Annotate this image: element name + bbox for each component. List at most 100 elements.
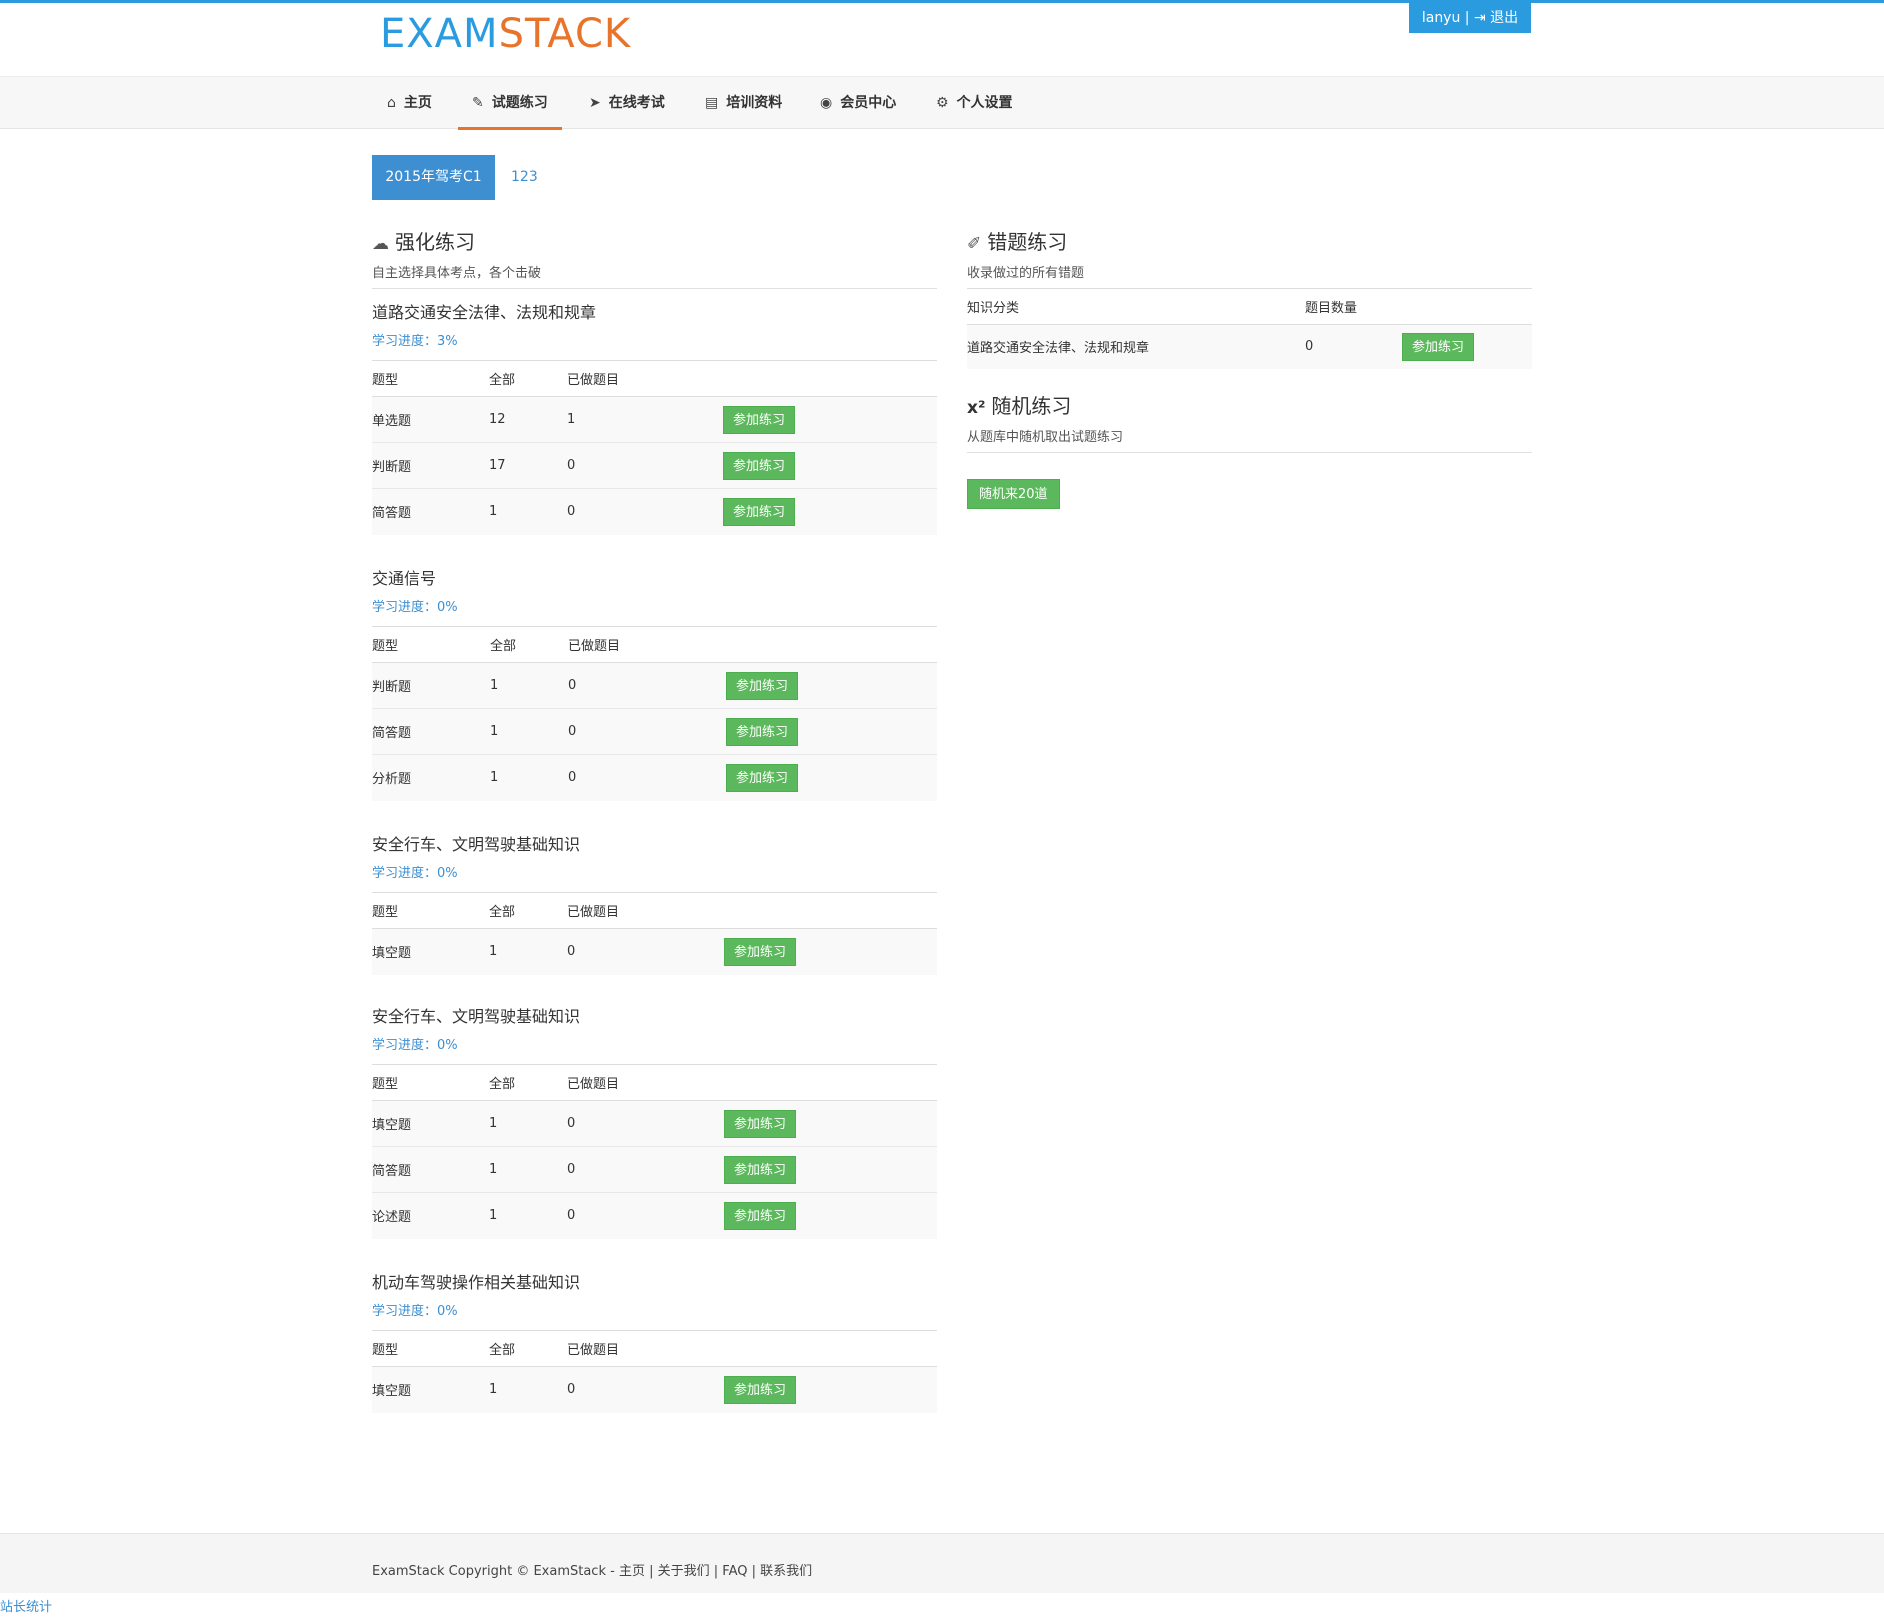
footer-link-about[interactable]: 关于我们 (658, 1564, 710, 1579)
join-practice-button[interactable]: 参加练习 (724, 937, 797, 966)
cell-total: 1 (489, 488, 567, 535)
question-table: 题型 全部 已做题目 填空题 1 0 参加练习 (372, 1330, 937, 1413)
cell-total: 1 (489, 1100, 567, 1147)
nav-label: 在线考试 (608, 95, 665, 111)
cell-action: 参加练习 (726, 708, 937, 755)
footer-link-faq[interactable]: FAQ (722, 1564, 747, 1579)
col-header-action (724, 892, 937, 929)
join-practice-button[interactable]: 参加练习 (724, 1109, 797, 1138)
nav-item-training[interactable]: ▤ 培训资料 (705, 77, 782, 130)
join-practice-button[interactable]: 参加练习 (724, 1201, 797, 1230)
nav-label: 培训资料 (726, 95, 783, 111)
join-practice-button[interactable]: 参加练习 (723, 405, 796, 434)
nav-item-home[interactable]: ⌂ 主页 (387, 77, 432, 130)
user-box: lanyu | ⇥ 退出 (1409, 3, 1531, 33)
header: EXAMSTACK lanyu | ⇥ 退出 (0, 3, 1884, 76)
col-header-total: 全部 (490, 626, 568, 663)
join-practice-button[interactable]: 参加练习 (726, 717, 799, 746)
examstack-logo[interactable]: EXAMSTACK (380, 11, 631, 57)
cell-total: 1 (490, 662, 568, 709)
col-header-action (724, 1330, 937, 1367)
practice-section-title: ☁ 强化练习 (372, 228, 475, 258)
table-row: 填空题 1 0 参加练习 (372, 1366, 937, 1413)
main-nav: ⌂ 主页 ✎ 试题练习 ➤ 在线考试 ▤ 培训资料 ◉ 会员中心 ⚙ 个人设置 (0, 76, 1884, 130)
superscript-icon: x² (967, 398, 986, 418)
cell-done: 0 (567, 488, 723, 535)
join-practice-button[interactable]: 参加练习 (726, 671, 799, 700)
group-progress: 学习进度：3% (372, 334, 458, 349)
sign-out-icon: ⇥ (1473, 10, 1486, 26)
footer-separator: | (644, 1564, 658, 1579)
col-header-category: 知识分类 (967, 288, 1305, 325)
footer-separator: | (747, 1564, 761, 1579)
cell-type: 简答题 (372, 488, 489, 535)
table-row: 分析题 1 0 参加练习 (372, 754, 937, 801)
nav-label: 主页 (403, 95, 432, 111)
col-header-type: 题型 (372, 360, 489, 397)
random-20-button[interactable]: 随机来20道 (967, 479, 1060, 509)
divider (372, 288, 937, 289)
dashboard-icon: ◉ (820, 95, 833, 111)
footer-link-contact[interactable]: 联系我们 (760, 1564, 812, 1579)
table-row: 道路交通安全法律、法规和规章 0 参加练习 (967, 324, 1532, 369)
table-row: 简答题 1 0 参加练习 (372, 708, 937, 755)
group-progress: 学习进度：0% (372, 600, 458, 615)
col-header-done: 已做题目 (568, 626, 726, 663)
col-header-action (726, 626, 937, 663)
join-practice-button[interactable]: 参加练习 (726, 763, 799, 792)
cell-action: 参加练习 (723, 442, 937, 489)
nav-item-exam[interactable]: ➤ 在线考试 (589, 77, 665, 130)
join-practice-button[interactable]: 参加练习 (723, 451, 796, 480)
table-row: 简答题 1 0 参加练习 (372, 1146, 937, 1193)
cell-total: 12 (489, 396, 567, 443)
cell-done: 0 (567, 1100, 724, 1147)
question-table: 题型 全部 已做题目 填空题 1 0 参加练习 (372, 892, 937, 975)
nav-label: 试题练习 (491, 95, 548, 111)
tab-exam-c1[interactable]: 2015年驾考C1 (372, 155, 495, 200)
table-row: 论述题 1 0 参加练习 (372, 1192, 937, 1239)
user-separator: | (1460, 10, 1474, 26)
cell-total: 1 (489, 1146, 567, 1193)
cell-action: 参加练习 (723, 396, 937, 443)
practice-title-text: 强化练习 (395, 230, 475, 254)
logout-link[interactable]: 退出 (1490, 10, 1518, 26)
nav-label: 会员中心 (840, 95, 897, 111)
col-header-action (724, 1064, 937, 1101)
cell-action: 参加练习 (724, 928, 937, 975)
col-header-type: 题型 (372, 892, 489, 929)
join-practice-button[interactable]: 参加练习 (723, 497, 796, 526)
join-practice-button[interactable]: 参加练习 (724, 1155, 797, 1184)
tab-123[interactable]: 123 (511, 155, 538, 200)
cell-done: 0 (568, 754, 726, 801)
col-header-count: 题目数量 (1305, 288, 1402, 325)
cell-action: 参加练习 (724, 1366, 937, 1413)
site-stats-link[interactable]: 站长统计 (0, 1596, 52, 1615)
copyright-text: ExamStack Copyright © ExamStack - (372, 1564, 619, 1579)
col-header-type: 题型 (372, 1330, 489, 1367)
nav-item-practice[interactable]: ✎ 试题练习 (458, 77, 562, 130)
footer: ExamStack Copyright © ExamStack - 主页 | 关… (0, 1533, 1884, 1593)
join-practice-button[interactable]: 参加练习 (724, 1375, 797, 1404)
wrong-section-title: ✐ 错题练习 (967, 228, 1067, 258)
cell-total: 1 (489, 1192, 567, 1239)
cell-type: 简答题 (372, 708, 490, 755)
group-progress: 学习进度：0% (372, 1304, 458, 1319)
question-table: 题型 全部 已做题目 填空题 1 0 参加练习 简答题 1 0 参加练习 论述题… (372, 1064, 937, 1239)
username-link[interactable]: lanyu (1422, 10, 1461, 26)
cell-total: 17 (489, 442, 567, 489)
cell-done: 0 (567, 1146, 724, 1193)
book-icon: ▤ (705, 95, 719, 111)
col-header-total: 全部 (489, 892, 567, 929)
nav-item-member[interactable]: ◉ 会员中心 (820, 77, 896, 130)
nav-item-settings[interactable]: ⚙ 个人设置 (936, 77, 1013, 130)
col-header-total: 全部 (489, 1064, 567, 1101)
wrong-desc: 收录做过的所有错题 (967, 266, 1085, 281)
table-row: 填空题 1 0 参加练习 (372, 928, 937, 975)
cell-action: 参加练习 (724, 1192, 937, 1239)
cell-action: 参加练习 (1402, 324, 1532, 369)
col-header-type: 题型 (372, 1064, 489, 1101)
footer-link-home[interactable]: 主页 (619, 1564, 645, 1579)
join-practice-button[interactable]: 参加练习 (1402, 332, 1475, 361)
edit-icon: ✎ (472, 95, 484, 111)
cogs-icon: ⚙ (936, 95, 949, 111)
